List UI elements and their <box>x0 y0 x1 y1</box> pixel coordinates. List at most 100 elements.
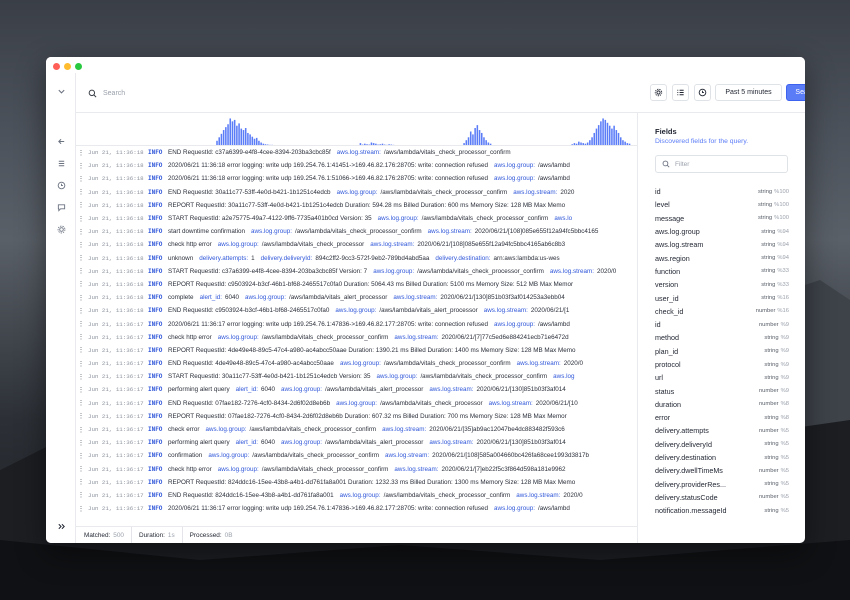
field-row[interactable]: id string %100 <box>655 185 789 198</box>
attr-key[interactable]: alert_id: <box>200 294 222 301</box>
search-button[interactable]: Search <box>786 84 805 101</box>
row-menu-icon[interactable]: ⋮ <box>76 149 86 157</box>
log-row[interactable]: ⋮ Jun 21, 11:36:17 INFO END RequestId: 4de4… <box>76 357 637 370</box>
field-row[interactable]: method string %9 <box>655 331 789 344</box>
attr-key[interactable]: aws.log.group: <box>218 334 259 341</box>
field-row[interactable]: delivery.dwellTimeMs number %5 <box>655 464 789 477</box>
attr-key[interactable]: aws.log.group: <box>494 321 535 328</box>
log-row[interactable]: ⋮ Jun 21, 11:36:17 INFO REPORT RequestId: 4… <box>76 344 637 357</box>
row-menu-icon[interactable]: ⋮ <box>76 201 86 209</box>
row-menu-icon[interactable]: ⋮ <box>76 360 86 368</box>
row-menu-icon[interactable]: ⋮ <box>76 175 86 183</box>
back-arrow-icon[interactable] <box>55 137 67 149</box>
time-range-selector[interactable]: Past 5 minutes <box>715 84 782 101</box>
row-menu-icon[interactable]: ⋮ <box>76 373 86 381</box>
attr-key[interactable]: aws.log.stream: <box>394 334 438 341</box>
log-row[interactable]: ⋮ Jun 21, 11:36:18 INFO 2020/06/21 11:36:18… <box>76 172 637 185</box>
row-menu-icon[interactable]: ⋮ <box>76 412 86 420</box>
event-histogram[interactable] <box>76 113 637 146</box>
row-menu-icon[interactable]: ⋮ <box>76 280 86 288</box>
attr-key[interactable]: aws.log.stream: <box>394 466 438 473</box>
attr-key[interactable]: aws.log.stream: <box>385 452 429 459</box>
attr-key[interactable]: aws.log.stream: <box>428 228 472 235</box>
attr-key[interactable]: aws.log.stream: <box>489 400 533 407</box>
attr-key[interactable]: aws.log.stream: <box>382 426 426 433</box>
attr-key[interactable]: aws.log.group: <box>378 215 419 222</box>
attr-key[interactable]: delivery.destination: <box>435 255 490 262</box>
field-row[interactable]: delivery.attempts number %5 <box>655 424 789 437</box>
field-row[interactable]: message string %100 <box>655 212 789 225</box>
attr-key[interactable]: aws.log.group: <box>245 294 286 301</box>
attr-key[interactable]: aws.log.stream: <box>429 439 473 446</box>
attr-key[interactable]: aws.log <box>553 373 574 380</box>
attr-key[interactable]: aws.log.group: <box>218 466 259 473</box>
row-menu-icon[interactable]: ⋮ <box>76 399 86 407</box>
log-row[interactable]: ⋮ Jun 21, 11:36:18 INFO END RequestId: c950… <box>76 304 637 317</box>
log-row[interactable]: ⋮ Jun 21, 11:36:18 INFO 2020/06/21 11:36:18… <box>76 159 637 172</box>
row-menu-icon[interactable]: ⋮ <box>76 254 86 262</box>
attr-key[interactable]: aws.log.stream: <box>393 294 437 301</box>
field-row[interactable]: duration number %8 <box>655 398 789 411</box>
fields-filter-input[interactable]: Filter <box>655 155 788 173</box>
attr-key[interactable]: delivery.deliveryId: <box>261 255 313 262</box>
attr-key[interactable]: aws.log.group: <box>218 241 259 248</box>
log-row[interactable]: ⋮ Jun 21, 11:36:17 INFO check error aws.log.… <box>76 423 637 436</box>
row-menu-icon[interactable]: ⋮ <box>76 267 86 275</box>
attr-key[interactable]: aws.log.group: <box>337 189 378 196</box>
list-view-button[interactable] <box>672 84 689 101</box>
row-menu-icon[interactable]: ⋮ <box>76 505 86 513</box>
field-row[interactable]: check_id number %16 <box>655 305 789 318</box>
row-menu-icon[interactable]: ⋮ <box>76 465 86 473</box>
attr-key[interactable]: aws.log.stream: <box>429 386 473 393</box>
row-menu-icon[interactable]: ⋮ <box>76 307 86 315</box>
row-menu-icon[interactable]: ⋮ <box>76 346 86 354</box>
attr-key[interactable]: aws.log.group: <box>494 162 535 169</box>
attr-key[interactable]: aws.log.stream: <box>513 189 557 196</box>
row-menu-icon[interactable]: ⋮ <box>76 241 86 249</box>
attr-key[interactable]: aws.log.stream: <box>550 268 594 275</box>
field-row[interactable]: protocol string %9 <box>655 358 789 371</box>
row-menu-icon[interactable]: ⋮ <box>76 320 86 328</box>
search-input[interactable]: Search <box>88 86 588 100</box>
field-row[interactable]: aws.log.group string %94 <box>655 225 789 238</box>
field-row[interactable]: user_id string %16 <box>655 291 789 304</box>
log-row[interactable]: ⋮ Jun 21, 11:36:17 INFO performing alert qu… <box>76 436 637 449</box>
expand-sidebar-icon[interactable] <box>55 522 67 534</box>
attr-key[interactable]: aws.log.group: <box>335 307 376 314</box>
attr-key[interactable]: aws.log.stream: <box>516 492 560 499</box>
maximize-window-button[interactable] <box>75 63 82 70</box>
log-row[interactable]: ⋮ Jun 21, 11:36:17 INFO performing alert qu… <box>76 383 637 396</box>
field-row[interactable]: aws.log.stream string %94 <box>655 238 789 251</box>
log-row[interactable]: ⋮ Jun 21, 11:36:18 INFO check http error aws… <box>76 238 637 251</box>
row-menu-icon[interactable]: ⋮ <box>76 439 86 447</box>
attr-key[interactable]: alert_id: <box>236 439 258 446</box>
attr-key[interactable]: delivery.attempts: <box>199 255 248 262</box>
attr-key[interactable]: aws.log.stream: <box>484 307 528 314</box>
row-menu-icon[interactable]: ⋮ <box>76 452 86 460</box>
row-menu-icon[interactable]: ⋮ <box>76 294 86 302</box>
log-row[interactable]: ⋮ Jun 21, 11:36:17 INFO check http error aws… <box>76 331 637 344</box>
row-menu-icon[interactable]: ⋮ <box>76 162 86 170</box>
field-row[interactable]: plan_id string %9 <box>655 345 789 358</box>
chat-icon[interactable] <box>55 203 67 215</box>
attr-key[interactable]: aws.log.stream: <box>370 241 414 248</box>
log-row[interactable]: ⋮ Jun 21, 11:36:18 INFO complete alert_id: 60… <box>76 291 637 304</box>
field-row[interactable]: id number %9 <box>655 318 789 331</box>
log-row[interactable]: ⋮ Jun 21, 11:36:18 INFO start downtime conf… <box>76 225 637 238</box>
field-row[interactable]: function string %33 <box>655 265 789 278</box>
field-row[interactable]: delivery.deliveryId string %5 <box>655 438 789 451</box>
attr-key[interactable]: aws.log.group: <box>281 439 322 446</box>
row-menu-icon[interactable]: ⋮ <box>76 478 86 486</box>
clock-icon[interactable] <box>55 181 67 193</box>
log-row[interactable]: ⋮ Jun 21, 11:36:17 INFO END RequestId: 824d… <box>76 489 637 502</box>
attr-key[interactable]: aws.log.group: <box>494 175 535 182</box>
row-menu-icon[interactable]: ⋮ <box>76 426 86 434</box>
attr-key[interactable]: aws.lo <box>554 215 572 222</box>
attr-key[interactable]: aws.log.group: <box>340 360 381 367</box>
attr-key[interactable]: aws.log.group: <box>373 268 414 275</box>
log-row[interactable]: ⋮ Jun 21, 11:36:17 INFO REPORT RequestId: 8… <box>76 476 637 489</box>
log-row[interactable]: ⋮ Jun 21, 11:36:17 INFO check http error aws… <box>76 463 637 476</box>
log-row[interactable]: ⋮ Jun 21, 11:36:18 INFO START RequestId: c3… <box>76 265 637 278</box>
attr-key[interactable]: aws.log.group: <box>251 228 292 235</box>
log-row[interactable]: ⋮ Jun 21, 11:36:18 INFO START RequestId: a2… <box>76 212 637 225</box>
